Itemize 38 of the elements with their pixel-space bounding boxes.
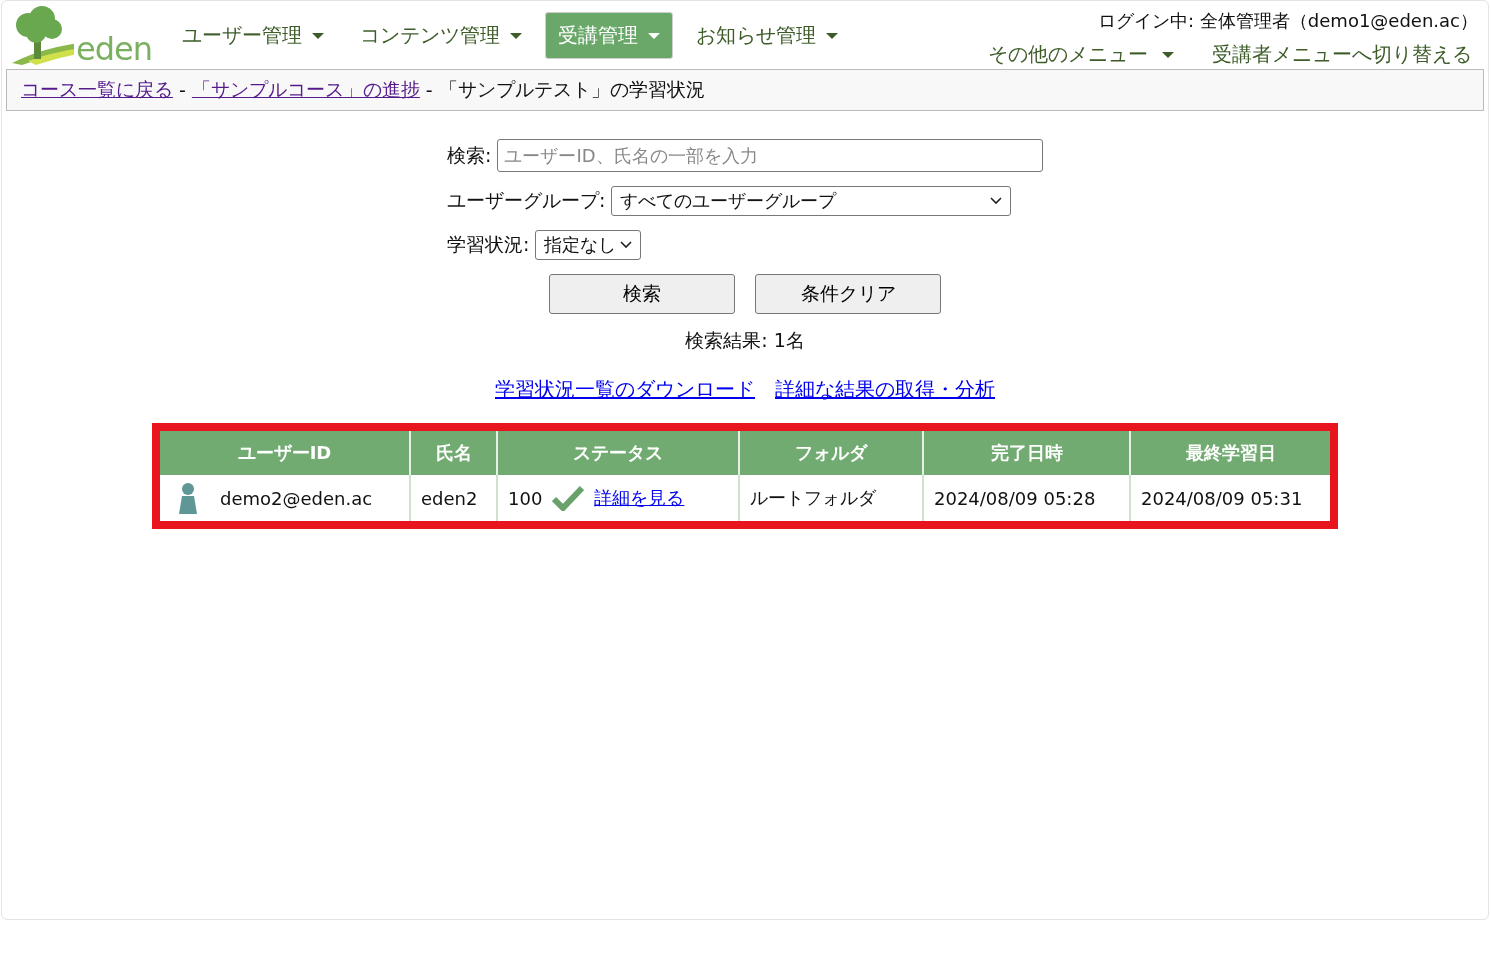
chevron-down-icon: [990, 197, 1003, 205]
search-label: 検索:: [447, 142, 492, 168]
person-icon: [178, 482, 198, 514]
column-header: 氏名: [410, 431, 497, 475]
user-group-label: ユーザーグループ:: [447, 188, 606, 213]
search-field[interactable]: ユーザーID、氏名の一部を入力: [497, 139, 1043, 172]
menu-link[interactable]: 受講者メニューへ切り替える: [1212, 41, 1482, 68]
action-link[interactable]: 学習状況一覧のダウンロード: [495, 376, 755, 403]
breadcrumb-separator: -: [179, 79, 186, 101]
column-header: ステータス: [497, 431, 739, 475]
breadcrumb-separator: -: [425, 79, 433, 101]
nav-menu-item[interactable]: ユーザー管理: [169, 12, 337, 59]
user-id: demo2@eden.ac: [220, 487, 373, 509]
column-header: 完了日時: [923, 431, 1130, 475]
table-cell: 2024/08/09 05:28: [923, 475, 1130, 521]
table-cell: 2024/08/09 05:31: [1130, 475, 1330, 521]
detail-link[interactable]: 詳細を見る: [594, 486, 685, 510]
study-status-dropdown[interactable]: 指定なし: [535, 230, 642, 260]
breadcrumb-link[interactable]: コース一覧に戻る: [21, 77, 173, 103]
breadcrumb-link[interactable]: 「サンプルコース」の進捗: [191, 77, 420, 103]
table-cell: ルートフォルダ: [739, 475, 923, 521]
nav-menu-item[interactable]: お知らせ管理: [683, 12, 851, 59]
user-group-dropdown[interactable]: すべてのユーザーグループ: [611, 186, 1012, 216]
form-button[interactable]: 検索: [549, 274, 735, 314]
chevron-down-icon: [620, 241, 633, 249]
column-header: 最終学習日: [1130, 431, 1330, 475]
login-info: ログイン中: 全体管理者（demo1@eden.ac）: [1098, 9, 1478, 33]
column-header: ユーザーID: [160, 431, 410, 475]
breadcrumb-current: 「サンプルテスト」の学習状況: [438, 77, 705, 102]
nav-menu-item[interactable]: コンテンツ管理: [347, 12, 535, 59]
study-status-label: 学習状況:: [447, 232, 530, 257]
action-link[interactable]: 詳細な結果の取得・分析: [775, 376, 995, 403]
column-header: フォルダ: [739, 431, 923, 475]
table-cell: eden2: [410, 475, 497, 521]
form-button[interactable]: 条件クリア: [755, 274, 941, 314]
score: 100: [508, 487, 543, 509]
menu-link[interactable]: その他のメニュー: [988, 41, 1184, 68]
result-count: 検索結果: 1名: [685, 328, 805, 353]
